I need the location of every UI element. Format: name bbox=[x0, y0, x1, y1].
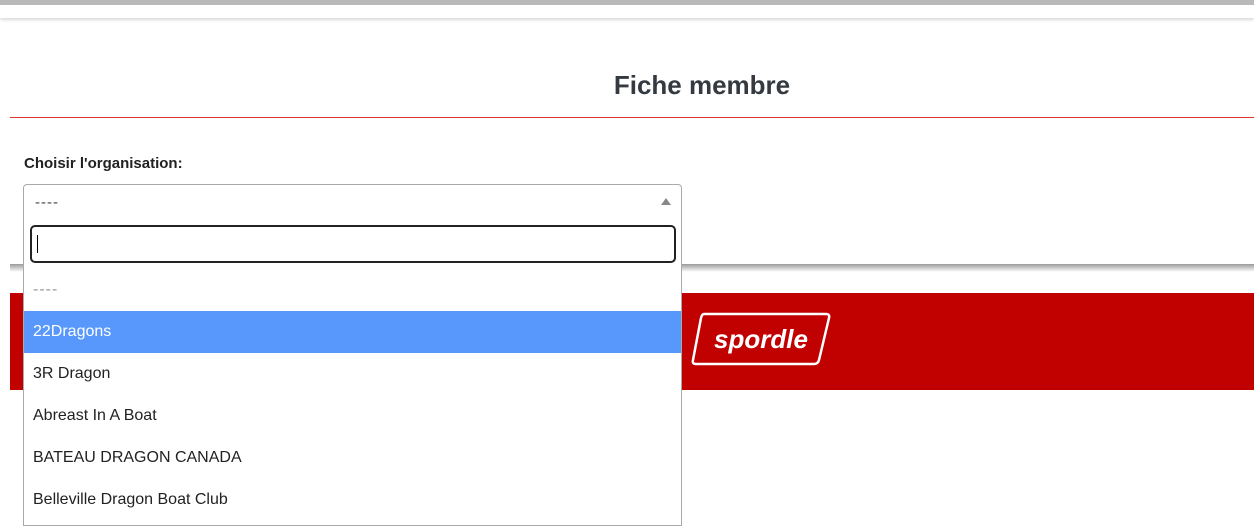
dropdown-option[interactable]: BATEAU DRAGON CANADA bbox=[24, 437, 681, 479]
dropdown-option[interactable]: 22Dragons bbox=[24, 311, 681, 353]
top-bar bbox=[0, 0, 1254, 18]
text-cursor bbox=[37, 235, 38, 253]
select-current-value: ---- bbox=[35, 194, 59, 211]
page-title: Fiche membre bbox=[613, 70, 791, 100]
dropdown-option[interactable]: 3R Dragon bbox=[24, 353, 681, 395]
spordle-logo: spordle bbox=[691, 312, 831, 366]
organisation-select[interactable]: ---- bbox=[23, 184, 682, 220]
organisation-dropdown: ---- 22Dragons 3R Dragon Abreast In A Bo… bbox=[23, 219, 682, 526]
dropdown-option-placeholder[interactable]: ---- bbox=[24, 269, 681, 311]
dropdown-option[interactable]: Abreast In A Boat bbox=[24, 395, 681, 437]
dropdown-option[interactable]: Belleville Dragon Boat Club bbox=[24, 479, 681, 521]
page: Fiche membre Choisir l'organisation: spo… bbox=[0, 0, 1254, 526]
spordle-logo-text: spordle bbox=[714, 324, 808, 354]
organisation-label: Choisir l'organisation: bbox=[24, 155, 183, 172]
title-divider bbox=[10, 117, 1254, 118]
chevron-up-icon[interactable] bbox=[661, 198, 671, 205]
dropdown-search-input[interactable] bbox=[30, 225, 676, 263]
